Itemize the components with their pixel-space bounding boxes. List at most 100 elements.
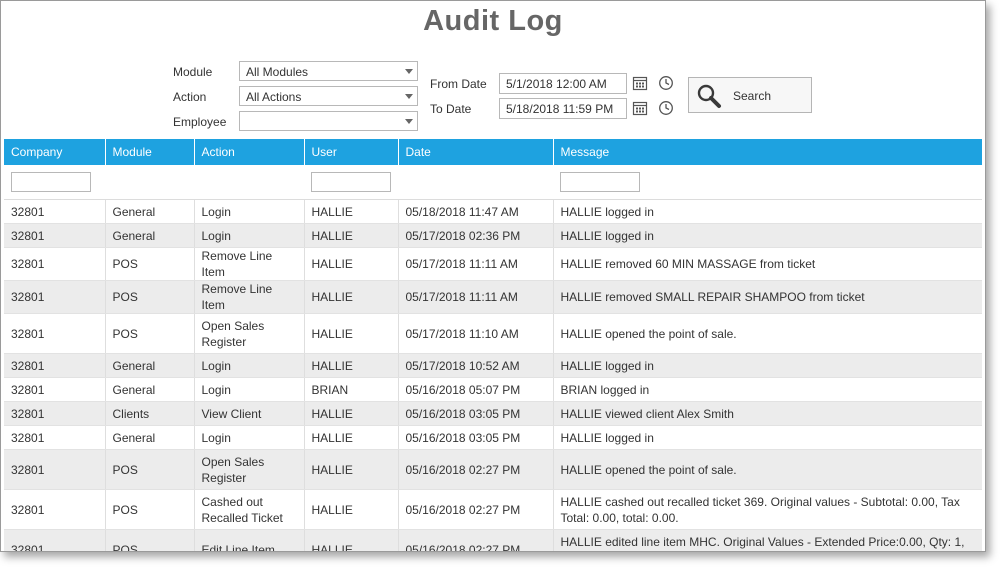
action-select-value: All Actions [246, 90, 302, 104]
cell-company: 32801 [4, 377, 106, 402]
table-header-row: Company Module Action User Date Message [4, 139, 982, 165]
cell-message: HALLIE logged in [553, 353, 982, 378]
cell-action: Login [194, 353, 305, 378]
cell-module: General [105, 377, 195, 402]
table-row[interactable]: 32801 General Login HALLIE 05/16/2018 03:05 … [4, 425, 982, 450]
cell-date: 05/16/2018 02:27 PM [398, 529, 554, 551]
cell-module: POS [105, 313, 195, 354]
column-header-user[interactable]: User [304, 139, 399, 165]
from-date-input[interactable]: 5/1/2018 12:00 AM [499, 73, 627, 94]
cell-company: 32801 [4, 489, 106, 530]
search-button-label: Search [733, 89, 772, 103]
cell-action: Remove Line Item [194, 247, 305, 281]
clock-icon[interactable] [658, 75, 674, 91]
cell-date: 05/17/2018 11:10 AM [398, 313, 554, 354]
cell-module: POS [105, 529, 195, 551]
cell-user: HALLIE [304, 223, 399, 248]
cell-module: Clients [105, 401, 195, 426]
module-select-value: All Modules [246, 65, 309, 79]
cell-module: POS [105, 280, 195, 314]
cell-company: 32801 [4, 353, 106, 378]
cell-company: 32801 [4, 313, 106, 354]
cell-message: HALLIE edited line item MHC. Original Va… [553, 529, 982, 551]
cell-message: HALLIE viewed client Alex Smith [553, 401, 982, 426]
column-header-date[interactable]: Date [398, 139, 554, 165]
cell-action: Edit Line Item [194, 529, 305, 551]
cell-action: Open Sales Register [194, 449, 305, 490]
cell-action: Remove Line Item [194, 280, 305, 314]
chevron-down-icon[interactable] [401, 62, 417, 80]
table-row[interactable]: 32801 POS Remove Line Item HALLIE 05/17/2018… [4, 280, 982, 314]
employee-label: Employee [173, 115, 227, 129]
table-row[interactable]: 32801 POS Cashed out Recalled Ticket HALLIE… [4, 489, 982, 530]
table-row[interactable]: 32801 Clients View Client HALLIE 05/16/2018 … [4, 401, 982, 426]
table-row[interactable]: 32801 POS Edit Line Item HALLIE 05/16/2018 0… [4, 529, 982, 551]
calendar-icon[interactable] [632, 75, 648, 91]
filter-row [4, 165, 982, 200]
cell-action: Open Sales Register [194, 313, 305, 354]
cell-action: Login [194, 425, 305, 450]
table-body: 32801 General Login HALLIE 05/18/2018 11:47 … [4, 199, 982, 551]
clock-icon[interactable] [658, 100, 674, 116]
audit-log-window: Audit Log Module All Modules Action All … [0, 0, 986, 552]
table-row[interactable]: 32801 General Login HALLIE 05/17/2018 02:36 … [4, 223, 982, 248]
message-filter-input[interactable] [560, 172, 640, 192]
cell-module: General [105, 425, 195, 450]
cell-action: Login [194, 377, 305, 402]
cell-company: 32801 [4, 425, 106, 450]
cell-date: 05/16/2018 05:07 PM [398, 377, 554, 402]
column-header-message[interactable]: Message [553, 139, 982, 165]
module-select[interactable]: All Modules [239, 61, 418, 81]
cell-module: General [105, 353, 195, 378]
cell-user: HALLIE [304, 199, 399, 224]
table-row[interactable]: 32801 General Login BRIAN 05/16/2018 05:07 P… [4, 377, 982, 402]
from-date-value: 5/1/2018 12:00 AM [506, 77, 607, 91]
table-row[interactable]: 32801 POS Open Sales Register HALLIE 05/17/2… [4, 313, 982, 354]
cell-date: 05/16/2018 03:05 PM [398, 401, 554, 426]
to-date-input[interactable]: 5/18/2018 11:59 PM [499, 98, 627, 119]
table-row[interactable]: 32801 General Login HALLIE 05/18/2018 11:47 … [4, 199, 982, 224]
cell-company: 32801 [4, 529, 106, 551]
cell-message: HALLIE opened the point of sale. [553, 313, 982, 354]
action-select[interactable]: All Actions [239, 86, 418, 106]
cell-user: HALLIE [304, 529, 399, 551]
employee-select[interactable] [239, 111, 418, 131]
cell-user: HALLIE [304, 313, 399, 354]
cell-company: 32801 [4, 223, 106, 248]
table-row[interactable]: 32801 General Login HALLIE 05/17/2018 10:52 … [4, 353, 982, 378]
calendar-icon[interactable] [632, 100, 648, 116]
cell-date: 05/16/2018 02:27 PM [398, 489, 554, 530]
cell-user: HALLIE [304, 425, 399, 450]
chevron-down-icon[interactable] [401, 112, 417, 130]
cell-message: HALLIE removed 60 MIN MASSAGE from ticke… [553, 247, 982, 281]
column-header-module[interactable]: Module [105, 139, 195, 165]
table-row[interactable]: 32801 POS Remove Line Item HALLIE 05/17/2018… [4, 247, 982, 281]
column-header-action[interactable]: Action [194, 139, 305, 165]
cell-user: HALLIE [304, 280, 399, 314]
cell-company: 32801 [4, 247, 106, 281]
cell-company: 32801 [4, 449, 106, 490]
column-header-company[interactable]: Company [4, 139, 106, 165]
cell-company: 32801 [4, 199, 106, 224]
to-date-label: To Date [430, 102, 472, 116]
company-filter-input[interactable] [11, 172, 91, 192]
cell-action: Login [194, 199, 305, 224]
page-title: Audit Log [423, 5, 563, 37]
cell-message: BRIAN logged in [553, 377, 982, 402]
cell-date: 05/16/2018 03:05 PM [398, 425, 554, 450]
cell-date: 05/17/2018 11:11 AM [398, 247, 554, 281]
cell-company: 32801 [4, 401, 106, 426]
cell-user: HALLIE [304, 489, 399, 530]
table-row[interactable]: 32801 POS Open Sales Register HALLIE 05/16/2… [4, 449, 982, 490]
cell-message: HALLIE removed SMALL REPAIR SHAMPOO from… [553, 280, 982, 314]
audit-log-table: Company Module Action User Date Message … [4, 139, 982, 551]
cell-date: 05/17/2018 02:36 PM [398, 223, 554, 248]
cell-message: HALLIE logged in [553, 425, 982, 450]
user-filter-input[interactable] [311, 172, 391, 192]
cell-message: HALLIE cashed out recalled ticket 369. O… [553, 489, 982, 530]
from-date-label: From Date [430, 77, 487, 91]
search-button[interactable]: Search [688, 77, 812, 113]
cell-date: 05/16/2018 02:27 PM [398, 449, 554, 490]
cell-message: HALLIE logged in [553, 199, 982, 224]
chevron-down-icon[interactable] [401, 87, 417, 105]
